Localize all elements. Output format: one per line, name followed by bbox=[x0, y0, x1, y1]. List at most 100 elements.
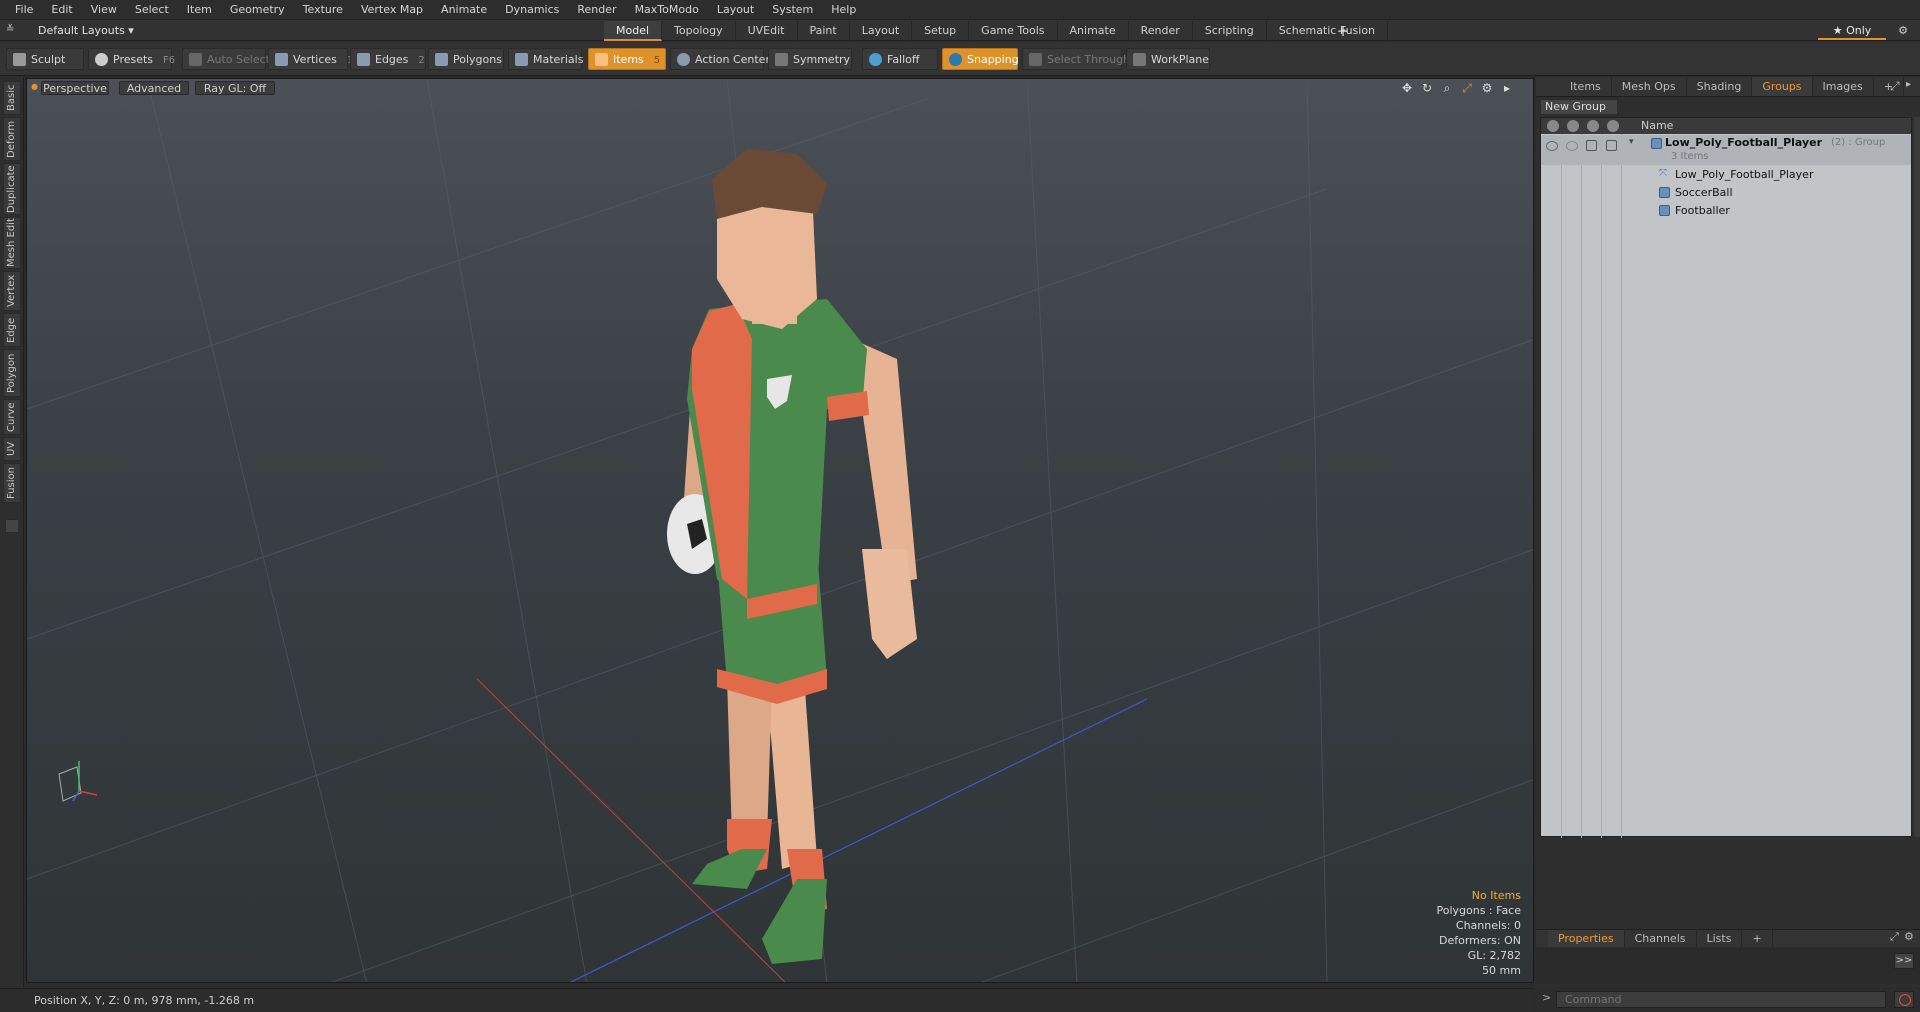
list-scrollbar[interactable] bbox=[1914, 117, 1920, 837]
layout-dropdown[interactable]: Default Layouts ▾ bbox=[26, 22, 134, 39]
props-tab-channels[interactable]: Channels bbox=[1625, 930, 1697, 947]
move-view-icon[interactable]: ✥ bbox=[1399, 81, 1415, 95]
menu-item-item[interactable]: Item bbox=[178, 0, 221, 20]
falloff-button[interactable]: Falloff bbox=[862, 48, 938, 70]
menu-item-file[interactable]: File bbox=[6, 0, 42, 20]
sculpt-button[interactable]: Sculpt bbox=[6, 48, 84, 70]
menu-item-vertex-map[interactable]: Vertex Map bbox=[352, 0, 432, 20]
tab-schematic-fusion[interactable]: Schematic Fusion bbox=[1267, 21, 1389, 41]
menu-item-system[interactable]: System bbox=[763, 0, 822, 20]
viewport-menu-icon[interactable]: ● bbox=[31, 83, 39, 91]
left-tab-polygon[interactable]: Polygon bbox=[3, 349, 21, 397]
materials-button[interactable]: Materials bbox=[508, 48, 583, 70]
panel-expand-icon[interactable]: ⤢ bbox=[1890, 79, 1900, 94]
panel-tab-mesh-ops[interactable]: Mesh Ops bbox=[1612, 77, 1687, 96]
edges-button[interactable]: Edges 2 bbox=[350, 48, 426, 70]
tab-layout[interactable]: Layout bbox=[850, 21, 913, 41]
expand-button[interactable]: >> bbox=[1894, 953, 1914, 969]
list-item[interactable]: ⤧ Low_Poly_Football_Player bbox=[1541, 166, 1911, 184]
menu-item-edit[interactable]: Edit bbox=[42, 0, 81, 20]
action-center-button[interactable]: Action Center bbox=[670, 48, 770, 70]
presets-button[interactable]: Presets F6 bbox=[88, 48, 175, 70]
left-tab-vertex[interactable]: Vertex bbox=[3, 271, 21, 311]
raygl-dropdown[interactable]: Ray GL: Off bbox=[195, 81, 275, 95]
add-tab-button[interactable]: + bbox=[1334, 21, 1352, 41]
symmetry-button[interactable]: Symmetry bbox=[768, 48, 852, 70]
rotate-view-icon[interactable]: ↻ bbox=[1419, 81, 1435, 95]
menu-item-maxtomodo[interactable]: MaxToModo bbox=[626, 0, 708, 20]
lock-column-icon[interactable] bbox=[1587, 120, 1599, 132]
tab-uvedit[interactable]: UVEdit bbox=[736, 21, 798, 41]
viewport-arrow-icon[interactable]: ▸ bbox=[1499, 81, 1515, 95]
advanced-dropdown[interactable]: Advanced bbox=[119, 81, 189, 95]
tab-render[interactable]: Render bbox=[1129, 21, 1193, 41]
menu-item-help[interactable]: Help bbox=[822, 0, 865, 20]
collapse-arrow-icon[interactable]: ▾ bbox=[1629, 137, 1634, 147]
menu-item-animate[interactable]: Animate bbox=[432, 0, 496, 20]
left-tab-edge[interactable]: Edge bbox=[3, 313, 21, 347]
groups-list[interactable]: Name ▾ Low_Poly_Football_Player (2) : Gr… bbox=[1540, 117, 1912, 838]
select-box-icon[interactable] bbox=[1606, 140, 1617, 151]
left-tab-basic[interactable]: Basic bbox=[3, 81, 21, 115]
lock-icon[interactable] bbox=[1586, 140, 1597, 151]
new-group-button[interactable]: New Group bbox=[1540, 99, 1618, 115]
record-icon[interactable] bbox=[1894, 991, 1914, 1008]
group-row[interactable]: ▾ Low_Poly_Football_Player (2) : Group 3… bbox=[1541, 135, 1911, 165]
left-tab-uv[interactable]: UV bbox=[3, 437, 21, 461]
tab-model[interactable]: Model bbox=[604, 21, 663, 41]
props-tab-properties[interactable]: Properties bbox=[1548, 930, 1625, 947]
panel-tab-images[interactable]: Images bbox=[1813, 77, 1874, 96]
left-tab-curve[interactable]: Curve bbox=[3, 399, 21, 435]
view-settings-icon[interactable]: ⚙ bbox=[1479, 81, 1495, 95]
menu-item-texture[interactable]: Texture bbox=[294, 0, 352, 20]
list-item[interactable]: Footballer bbox=[1541, 202, 1911, 220]
select-column-icon[interactable] bbox=[1607, 120, 1619, 132]
tab-topology[interactable]: Topology bbox=[662, 21, 736, 41]
panel-arrow-icon[interactable]: ▸ bbox=[1906, 79, 1911, 90]
visibility-column-icon[interactable] bbox=[1547, 120, 1559, 132]
menu-item-layout[interactable]: Layout bbox=[708, 0, 763, 20]
tab-paint[interactable]: Paint bbox=[798, 21, 850, 41]
select-through-button[interactable]: Select Through bbox=[1022, 48, 1130, 70]
left-strip-toggle-icon[interactable] bbox=[5, 519, 19, 533]
properties-expand-icon[interactable]: ⤢ bbox=[1890, 930, 1899, 944]
layout-collapse-icon[interactable]: ≚ bbox=[6, 23, 20, 37]
workplane-button[interactable]: WorkPlane bbox=[1126, 48, 1210, 70]
eye-icon[interactable] bbox=[1546, 141, 1558, 151]
properties-gear-icon[interactable]: ⚙ bbox=[1904, 930, 1914, 943]
items-button[interactable]: Items 5 bbox=[588, 48, 666, 70]
menu-item-select[interactable]: Select bbox=[126, 0, 178, 20]
3d-viewport[interactable]: ● Perspective Advanced Ray GL: Off ✥ ↻ ⌕… bbox=[26, 78, 1534, 983]
render-icon[interactable] bbox=[1566, 141, 1578, 151]
menu-item-view[interactable]: View bbox=[82, 0, 126, 20]
menu-item-render[interactable]: Render bbox=[568, 0, 625, 20]
left-tab-deform[interactable]: Deform bbox=[3, 117, 21, 161]
polygons-button[interactable]: Polygons bbox=[428, 48, 504, 70]
vertices-button[interactable]: Vertices1 bbox=[268, 48, 353, 70]
perspective-dropdown[interactable]: Perspective bbox=[41, 81, 109, 95]
panel-tab-items[interactable]: Items bbox=[1560, 77, 1612, 96]
auto-select-button[interactable]: Auto Select bbox=[182, 48, 270, 70]
tab-animate[interactable]: Animate bbox=[1058, 21, 1129, 41]
football-player-model[interactable] bbox=[667, 149, 917, 964]
tab-game-tools[interactable]: Game Tools bbox=[969, 21, 1058, 41]
fit-view-icon[interactable]: ⤢ bbox=[1459, 81, 1475, 95]
tab-setup[interactable]: Setup bbox=[912, 21, 970, 41]
tab-scripting[interactable]: Scripting bbox=[1193, 21, 1267, 41]
only-button[interactable]: ★ Only bbox=[1818, 22, 1886, 40]
render-column-icon[interactable] bbox=[1567, 120, 1579, 132]
name-column-header[interactable]: Name bbox=[1641, 119, 1673, 132]
left-tab-fusion[interactable]: Fusion bbox=[3, 463, 21, 503]
snapping-button[interactable]: Snapping bbox=[942, 48, 1019, 70]
menu-item-dynamics[interactable]: Dynamics bbox=[496, 0, 568, 20]
left-tab-mesh-edit[interactable]: Mesh Edit bbox=[3, 217, 21, 269]
gear-icon[interactable]: ⚙ bbox=[1893, 22, 1913, 40]
list-item[interactable]: SoccerBall bbox=[1541, 184, 1911, 202]
zoom-icon[interactable]: ⌕ bbox=[1439, 81, 1455, 95]
panel-tab-groups[interactable]: Groups bbox=[1752, 77, 1813, 96]
props-tab-lists[interactable]: Lists bbox=[1697, 930, 1743, 947]
add-props-tab-button[interactable]: + bbox=[1742, 930, 1773, 947]
left-tab-duplicate[interactable]: Duplicate bbox=[3, 163, 21, 215]
panel-tab-shading[interactable]: Shading bbox=[1687, 77, 1753, 96]
menu-item-geometry[interactable]: Geometry bbox=[221, 0, 294, 20]
